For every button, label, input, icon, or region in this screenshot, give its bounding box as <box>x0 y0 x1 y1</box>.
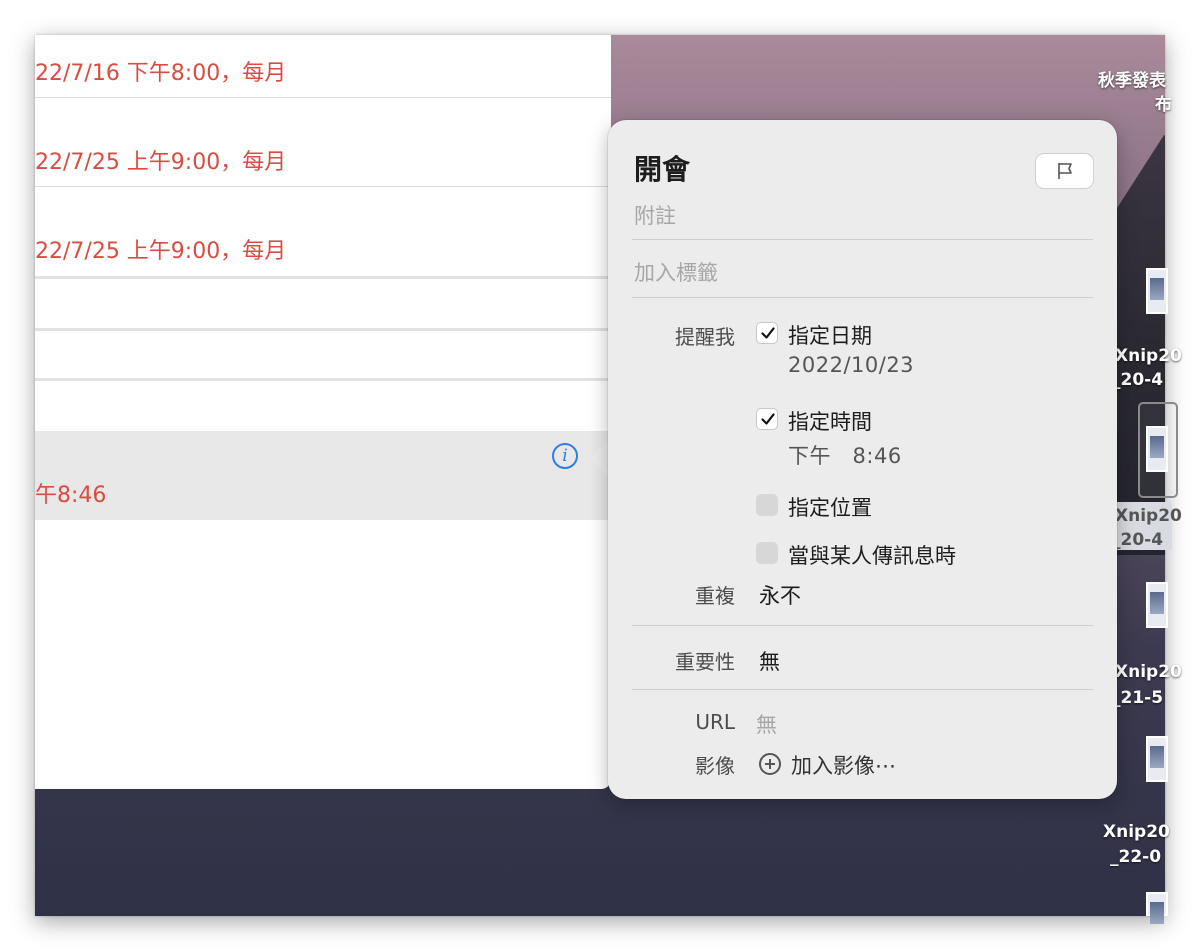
images-label: 影像 <box>695 754 735 778</box>
desktop-folder-label[interactable]: 秋季發表 <box>1098 66 1166 91</box>
info-icon[interactable]: i <box>552 443 578 469</box>
reminder-row-time: 午8:46 <box>35 483 107 508</box>
checkmark-icon <box>761 413 775 425</box>
desktop-file-label-line2: _22-0 <box>1110 847 1162 867</box>
reminder-row[interactable]: 22/7/25 上午9:00，每月 <box>35 187 611 279</box>
desktop-folder-label-line2: 布 <box>1155 95 1172 115</box>
flag-button[interactable] <box>1036 154 1093 188</box>
reminders-list-window: 22/7/16 下午8:00，每月 22/7/25 上午9:00，每月 22/7… <box>35 35 611 789</box>
reminder-date-value[interactable]: 2022/10/23 <box>788 353 914 377</box>
add-circle-icon[interactable] <box>759 753 781 775</box>
desktop-file-icon[interactable] <box>1146 268 1168 314</box>
desktop-file-icon[interactable] <box>1146 582 1168 628</box>
reminder-row[interactable]: 22/7/25 上午9:00，每月 <box>35 98 611 187</box>
divider <box>632 297 1093 298</box>
reminder-row-selected[interactable]: 午8:46 i <box>35 431 611 520</box>
desktop-file-icon[interactable] <box>1146 892 1168 924</box>
reminder-title[interactable]: 開會 <box>634 148 690 188</box>
repeat-label: 重複 <box>695 584 735 608</box>
reminder-row-empty[interactable] <box>35 331 611 381</box>
reminder-row-date: 22/7/16 下午8:00，每月 <box>35 61 287 86</box>
priority-label: 重要性 <box>675 650 735 674</box>
desktop-file-icon[interactable] <box>1146 426 1168 472</box>
at-location-label: 指定位置 <box>788 496 872 520</box>
repeat-value[interactable]: 永不 <box>759 580 801 610</box>
remind-me-label: 提醒我 <box>675 325 735 349</box>
desktop-file-label-line2: _20-4 <box>1112 370 1164 390</box>
when-messaging-label: 當與某人傳訊息時 <box>788 544 956 568</box>
reminder-row-date: 22/7/25 上午9:00，每月 <box>35 239 287 264</box>
divider <box>632 689 1093 690</box>
notes-field[interactable]: 附註 <box>634 200 676 230</box>
at-time-label: 指定時間 <box>788 410 872 434</box>
divider <box>632 625 1093 626</box>
desktop-file-label: Xnip20 <box>1115 346 1182 366</box>
add-image-button[interactable]: 加入影像⋯ <box>791 750 896 780</box>
divider <box>632 239 1093 240</box>
desktop-file-label: Xnip20 <box>1103 822 1170 842</box>
flag-icon <box>1058 163 1072 179</box>
desktop-file-label: Xnip20 <box>1115 662 1182 682</box>
on-date-label: 指定日期 <box>788 324 872 348</box>
at-location-checkbox[interactable] <box>756 494 778 516</box>
reminder-time-value[interactable]: 下午 8:46 <box>788 440 902 470</box>
desktop-file-label: Xnip20 <box>1115 506 1182 526</box>
priority-value[interactable]: 無 <box>759 646 780 676</box>
when-messaging-checkbox[interactable] <box>756 542 778 564</box>
at-time-checkbox[interactable] <box>756 408 778 430</box>
popover-arrow <box>590 440 609 478</box>
url-field[interactable]: 無 <box>756 709 777 739</box>
reminder-row[interactable]: 22/7/16 下午8:00，每月 <box>35 35 611 98</box>
reminder-row-date: 22/7/25 上午9:00，每月 <box>35 150 287 175</box>
desktop-file-label-line2: _21-5 <box>1112 688 1164 708</box>
reminder-row-empty[interactable] <box>35 279 611 331</box>
reminder-detail-popover: 開會 附註 加入標籤 提醒我 指定日期 2022/10/23 指定時間 下午 8… <box>608 120 1117 799</box>
desktop-file-label-line2: _20-4 <box>1112 530 1164 550</box>
desktop-file-icon[interactable] <box>1146 736 1168 782</box>
reminder-row-empty[interactable] <box>35 381 611 431</box>
checkmark-icon <box>761 327 775 339</box>
url-label: URL <box>695 710 735 734</box>
on-date-checkbox[interactable] <box>756 322 778 344</box>
add-tags-field[interactable]: 加入標籤 <box>634 257 718 287</box>
